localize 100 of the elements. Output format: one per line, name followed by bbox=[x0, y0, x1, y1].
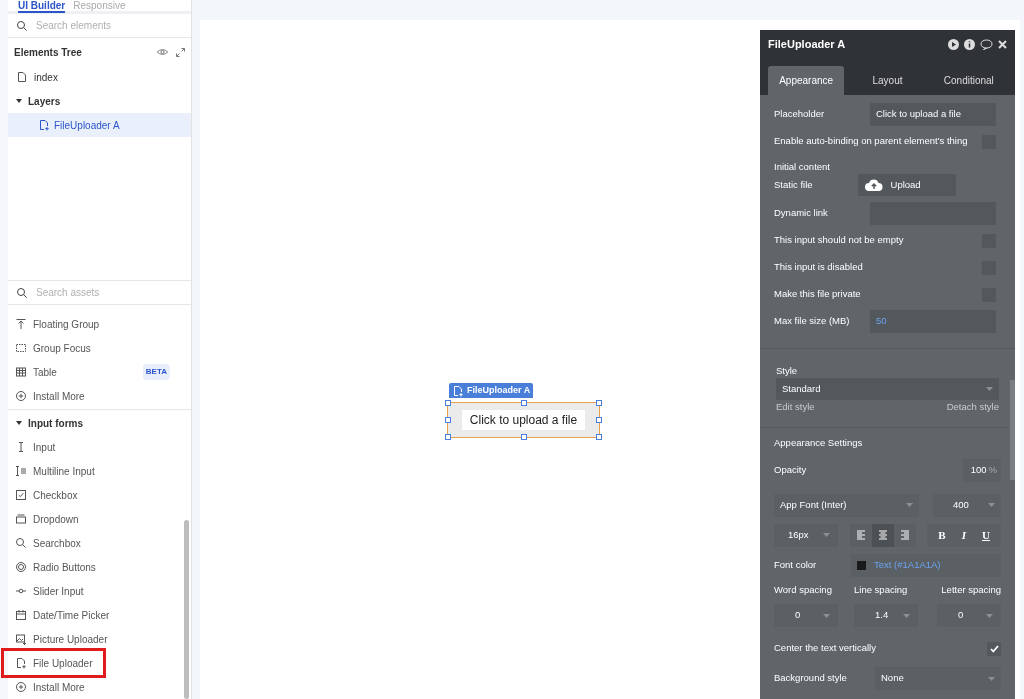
dashed-box-icon bbox=[15, 342, 27, 354]
resize-handle[interactable] bbox=[521, 400, 527, 406]
search-field[interactable]: Search elements bbox=[36, 18, 183, 33]
panel-tab[interactable]: Appearance bbox=[768, 66, 845, 95]
radio-icon bbox=[15, 561, 27, 573]
asset-item[interactable]: Floating Group bbox=[8, 312, 191, 336]
detach-style-link[interactable]: Detach style bbox=[946, 400, 999, 414]
property-label: Make this file private bbox=[774, 287, 861, 302]
style-dropdown[interactable]: Standard bbox=[776, 378, 999, 400]
property-label: Dynamic link bbox=[774, 206, 828, 221]
scrollbar[interactable] bbox=[1010, 380, 1015, 480]
property-label: Line spacing bbox=[854, 583, 909, 597]
resize-handle[interactable] bbox=[445, 400, 451, 406]
spacing-dropdown[interactable]: 0 bbox=[774, 604, 838, 627]
property-label: Letter spacing bbox=[941, 583, 1001, 597]
tree-item[interactable]: Layers bbox=[8, 89, 191, 113]
property-label: This input is disabled bbox=[774, 260, 863, 275]
spacing-dropdown[interactable]: 0 bbox=[937, 604, 1001, 627]
panel-tab[interactable]: Conditional bbox=[930, 66, 1007, 95]
plus-circle-icon bbox=[15, 681, 27, 693]
property-label: Font color bbox=[774, 557, 817, 572]
file-plus-icon bbox=[452, 384, 464, 397]
asset-item[interactable]: File Uploader bbox=[4, 651, 103, 675]
dropdown-icon bbox=[15, 513, 27, 525]
font-dropdown[interactable]: App Font (Inter) bbox=[774, 493, 919, 517]
multiline-icon bbox=[15, 465, 27, 477]
resize-handle[interactable] bbox=[445, 434, 451, 440]
caret-icon[interactable] bbox=[16, 98, 22, 104]
property-label: Word spacing bbox=[774, 583, 833, 597]
weight-dropdown[interactable]: 400 bbox=[933, 493, 1001, 517]
panel-title: Elements Tree bbox=[14, 45, 82, 60]
picture-icon bbox=[15, 633, 27, 645]
play-icon[interactable] bbox=[948, 38, 959, 50]
asset-item[interactable]: Slider Input bbox=[8, 579, 184, 603]
resize-handle[interactable] bbox=[596, 400, 602, 406]
close-icon[interactable] bbox=[998, 39, 1007, 49]
panel-title: FileUploader A bbox=[768, 36, 846, 52]
panel-tab[interactable]: Layout bbox=[849, 66, 926, 95]
asset-item[interactable]: Group Focus bbox=[8, 336, 191, 360]
checkbox[interactable] bbox=[987, 641, 1001, 656]
asset-item[interactable]: Picture Uploader bbox=[8, 627, 184, 651]
scrollbar[interactable] bbox=[184, 520, 189, 699]
size-dropdown[interactable]: 16px bbox=[774, 523, 838, 547]
resize-handle[interactable] bbox=[596, 417, 602, 423]
opacity-field[interactable]: 100 % bbox=[963, 459, 1001, 482]
builder-tab[interactable]: UI Builder bbox=[18, 1, 66, 13]
upload-button[interactable]: Upload bbox=[857, 174, 956, 196]
file-plus-icon bbox=[38, 119, 50, 131]
align-icon bbox=[877, 530, 888, 540]
pin-up-icon bbox=[15, 318, 27, 330]
asset-item[interactable]: Multiline Input bbox=[8, 459, 184, 483]
asset-item[interactable]: Date/Time Picker bbox=[8, 603, 184, 627]
resize-handle[interactable] bbox=[521, 434, 527, 440]
table-icon bbox=[15, 366, 27, 378]
align-button[interactable] bbox=[871, 523, 894, 547]
info-icon[interactable] bbox=[964, 38, 975, 50]
plus-circle-icon bbox=[15, 390, 27, 402]
property-label: Background style bbox=[774, 671, 847, 686]
text-field[interactable]: Click to upload a file bbox=[870, 103, 996, 126]
checkbox-icon bbox=[15, 489, 27, 501]
asset-item[interactable]: Install More bbox=[8, 384, 191, 408]
asset-item[interactable]: Radio Buttons bbox=[8, 555, 184, 579]
background-dropdown[interactable]: None bbox=[875, 667, 1001, 690]
asset-item[interactable]: Searchbox bbox=[8, 531, 184, 555]
beta-badge: BETA bbox=[142, 364, 170, 380]
tree-item[interactable]: FileUploader A bbox=[8, 113, 191, 137]
property-label: Opacity bbox=[774, 463, 807, 478]
caret-icon[interactable] bbox=[16, 420, 22, 426]
search-icon bbox=[16, 19, 28, 32]
search-icon bbox=[15, 537, 27, 549]
resize-handle[interactable] bbox=[445, 417, 451, 423]
property-label: Placeholder bbox=[774, 107, 825, 122]
file-plus-icon bbox=[15, 657, 27, 669]
search-field[interactable]: Search assets bbox=[36, 285, 183, 300]
spacing-dropdown[interactable]: 1.4 bbox=[854, 604, 918, 627]
resize-handle[interactable] bbox=[596, 434, 602, 440]
tree-item[interactable]: index bbox=[8, 65, 191, 89]
calendar-icon bbox=[15, 609, 27, 621]
property-label: This input should not be empty bbox=[774, 233, 904, 248]
asset-item[interactable]: Dropdown bbox=[8, 507, 184, 531]
check-icon bbox=[989, 644, 999, 653]
format-button[interactable]: U bbox=[975, 523, 997, 547]
comment-icon[interactable] bbox=[980, 38, 993, 50]
page-icon bbox=[16, 71, 28, 83]
property-label: Style bbox=[776, 364, 799, 378]
section-header[interactable]: Input forms bbox=[8, 411, 184, 435]
edit-style-link[interactable]: Edit style bbox=[776, 400, 815, 414]
asset-item[interactable]: Install More bbox=[8, 675, 184, 699]
asset-item[interactable]: Table BETA bbox=[8, 360, 191, 384]
property-label: Enable auto-binding on parent element's thing bbox=[774, 134, 968, 149]
format-button[interactable]: I bbox=[953, 523, 975, 547]
asset-item[interactable]: Checkbox bbox=[8, 483, 184, 507]
expand-icon[interactable] bbox=[176, 47, 185, 57]
cloud-upload-icon bbox=[864, 179, 883, 191]
eye-icon[interactable] bbox=[157, 48, 168, 56]
asset-item[interactable]: Input bbox=[8, 435, 184, 459]
file-uploader[interactable]: Click to upload a file bbox=[447, 402, 600, 438]
search-icon bbox=[16, 286, 28, 299]
element-tag: FileUploader A bbox=[449, 383, 534, 398]
format-button[interactable]: B bbox=[931, 523, 953, 547]
